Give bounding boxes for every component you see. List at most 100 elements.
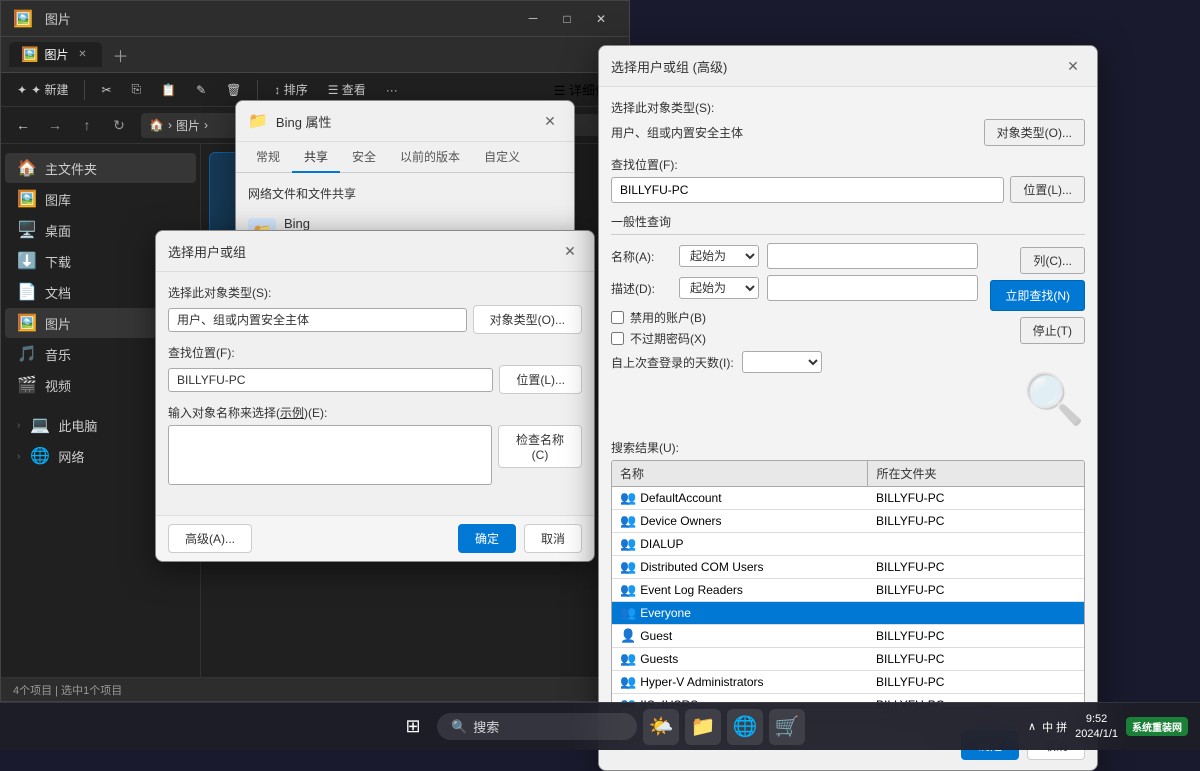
sort-button[interactable]: ↕ 排序: [266, 77, 315, 102]
back-button[interactable]: ←: [9, 111, 37, 139]
taskbar-app-widget[interactable]: 🌤️: [643, 709, 679, 745]
name-filter-select[interactable]: 起始为: [679, 245, 759, 267]
result-name: Distributed COM Users: [640, 560, 763, 574]
user-icon-sm: 👤: [620, 628, 636, 644]
select-user-title: 选择用户或组: [168, 242, 246, 261]
table-row[interactable]: 👤 Guest BILLYFU-PC: [612, 625, 1084, 648]
desc-filter-select[interactable]: 起始为: [679, 277, 759, 299]
no-expire-checkbox[interactable]: [611, 332, 624, 345]
rename-button[interactable]: ✎: [188, 79, 214, 101]
table-row[interactable]: 👥 Device Owners BILLYFU-PC: [612, 510, 1084, 533]
tab-sharing[interactable]: 共享: [292, 142, 340, 173]
explorer-icon: 📁: [691, 714, 716, 739]
enter-name-row: 检查名称(C): [168, 425, 582, 493]
close-button[interactable]: ✕: [585, 5, 617, 33]
maximize-button[interactable]: □: [551, 5, 583, 33]
result-name: DIALUP: [640, 537, 683, 551]
tab-previous-versions[interactable]: 以前的版本: [388, 142, 472, 173]
results-scroll-area[interactable]: 👥 DefaultAccount BILLYFU-PC 👥 Device Own…: [612, 487, 1084, 707]
object-type-input[interactable]: [168, 308, 467, 332]
minimize-button[interactable]: －: [517, 5, 549, 33]
tab-close-button[interactable]: ✕: [74, 47, 90, 63]
toolbar-separator: [84, 80, 85, 100]
more-button[interactable]: ···: [378, 79, 406, 101]
select-user-ok-button[interactable]: 确定: [458, 524, 516, 553]
name-input[interactable]: [767, 243, 978, 269]
taskbar-app-explorer[interactable]: 📁: [685, 709, 721, 745]
select-user-close[interactable]: ✕: [558, 239, 582, 263]
add-tab-button[interactable]: ＋: [106, 41, 134, 69]
adv-object-type-button[interactable]: 对象类型(O)...: [984, 119, 1085, 146]
result-folder: BILLYFU-PC: [876, 491, 944, 505]
tray-up-arrow[interactable]: ∧: [1028, 720, 1036, 733]
taskbar-search-label: 搜索: [473, 717, 499, 736]
forward-button[interactable]: →: [41, 111, 69, 139]
downloads-icon: ⬇️: [17, 251, 37, 271]
bing-props-close[interactable]: ✕: [538, 109, 562, 133]
new-icon: ✦: [17, 83, 27, 97]
copy-icon: ⎘: [132, 82, 142, 97]
list-columns-button[interactable]: 列(C)...: [1020, 247, 1085, 274]
delete-button[interactable]: 🗑: [218, 79, 249, 101]
location-label: 查找位置(F):: [168, 344, 582, 361]
start-button[interactable]: ⊞: [395, 709, 431, 745]
select-user-cancel-button[interactable]: 取消: [524, 524, 582, 553]
table-row[interactable]: 👥 Hyper-V Administrators BILLYFU-PC: [612, 671, 1084, 694]
object-type-section: 选择此对象类型(S): 对象类型(O)...: [168, 284, 582, 334]
table-row[interactable]: 👥 Everyone: [612, 602, 1084, 625]
table-row[interactable]: 👥 Guests BILLYFU-PC: [612, 648, 1084, 671]
sidebar-item-pictures-label: 图片: [45, 314, 71, 333]
adv-location-input[interactable]: [611, 177, 1004, 203]
name-label: 名称(A):: [611, 248, 671, 265]
adv-object-type-label: 选择此对象类型(S):: [611, 99, 1085, 116]
tab-customize[interactable]: 自定义: [472, 142, 532, 173]
find-now-button[interactable]: 立即查找(N): [990, 280, 1085, 311]
breadcrumb-separator: ›: [168, 118, 172, 132]
status-text: 4个项目 | 选中1个项目: [13, 682, 122, 698]
taskbar-search[interactable]: 🔍 搜索: [437, 713, 637, 740]
select-user-dialog: 选择用户或组 ✕ 选择此对象类型(S): 对象类型(O)... 查找位置(F):…: [155, 230, 595, 562]
table-row[interactable]: 👥 Distributed COM Users BILLYFU-PC: [612, 556, 1084, 579]
col-folder-header: 所在文件夹: [868, 461, 1084, 486]
check-name-button[interactable]: 检查名称(C): [498, 425, 582, 468]
refresh-button[interactable]: ↻: [105, 111, 133, 139]
table-row[interactable]: 👥 DIALUP: [612, 533, 1084, 556]
advanced-close[interactable]: ✕: [1061, 54, 1085, 78]
up-button[interactable]: ↑: [73, 111, 101, 139]
col-name-header: 名称: [612, 461, 868, 486]
brand-corner: 系统重装网: [1126, 717, 1188, 736]
table-row[interactable]: 👥 DefaultAccount BILLYFU-PC: [612, 487, 1084, 510]
days-row: 自上次查登录的天数(I):: [611, 351, 978, 373]
result-name: Device Owners: [640, 514, 721, 528]
table-row[interactable]: 👥 Event Log Readers BILLYFU-PC: [612, 579, 1084, 602]
copy-button[interactable]: ⎘: [124, 78, 150, 101]
results-label: 搜索结果(U):: [611, 439, 1085, 456]
taskbar-app-edge[interactable]: 🌐: [727, 709, 763, 745]
sidebar-item-gallery[interactable]: 🖼️ 图库: [5, 184, 196, 214]
location-row: 位置(L)...: [168, 365, 582, 394]
breadcrumb-item: 🏠: [149, 118, 164, 132]
tab-security[interactable]: 安全: [340, 142, 388, 173]
paste-button[interactable]: 📋: [153, 79, 184, 101]
location-input[interactable]: [168, 368, 493, 392]
view-button[interactable]: ☰ 查看: [320, 77, 374, 102]
desc-input[interactable]: [767, 275, 978, 301]
sidebar-item-downloads-label: 下载: [45, 252, 71, 271]
object-type-button[interactable]: 对象类型(O)...: [473, 305, 582, 334]
disabled-accounts-checkbox[interactable]: [611, 311, 624, 324]
stop-button[interactable]: 停止(T): [1020, 317, 1085, 344]
sidebar-item-home[interactable]: 🏠 主文件夹: [5, 153, 196, 183]
new-button[interactable]: ✦ ✦ 新建: [9, 77, 76, 102]
result-name: Everyone: [640, 606, 691, 620]
tab-pictures[interactable]: 🖼️ 图片 ✕: [9, 42, 102, 67]
tab-general[interactable]: 常规: [244, 142, 292, 173]
user-icon-sm: 👥: [620, 582, 636, 598]
enter-name-input[interactable]: [168, 425, 492, 485]
cut-button[interactable]: ✂: [93, 79, 119, 101]
taskbar-app-store[interactable]: 🛒: [769, 709, 805, 745]
adv-location-button[interactable]: 位置(L)...: [1010, 176, 1085, 203]
advanced-button[interactable]: 高级(A)...: [168, 524, 252, 553]
days-select[interactable]: [742, 351, 822, 373]
location-button[interactable]: 位置(L)...: [499, 365, 582, 394]
user-icon-sm: 👥: [620, 559, 636, 575]
